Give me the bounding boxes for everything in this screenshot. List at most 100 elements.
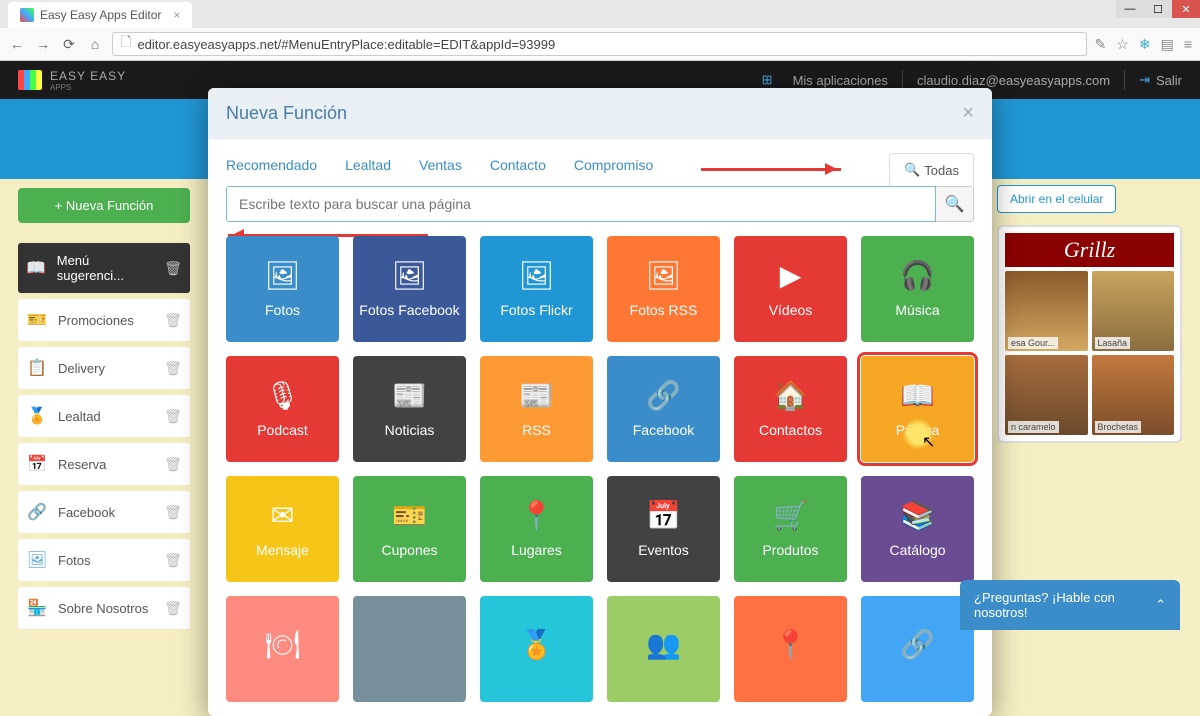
function-tile[interactable]: 🖼Fotos RSS — [607, 236, 720, 342]
function-tile[interactable]: 📚Catálogo — [861, 476, 974, 582]
preview-food-item[interactable]: Lasaña — [1092, 271, 1175, 351]
preview-food-item[interactable]: Brochetas — [1092, 355, 1175, 435]
sidebar-item-icon: 📖 — [26, 257, 47, 279]
tile-label: Cupones — [381, 542, 437, 559]
function-tile[interactable]: 🏅 — [480, 596, 593, 702]
function-tile[interactable]: 🖼Fotos Flickr — [480, 236, 593, 342]
maximize-button[interactable]: ☐ — [1144, 0, 1172, 18]
trash-icon[interactable]: 🗑 — [164, 312, 182, 329]
sidebar-item[interactable]: 📅 Reserva 🗑 — [18, 443, 190, 485]
search-input[interactable] — [226, 186, 936, 222]
sidebar-item[interactable]: 🎫Promociones🗑 — [18, 299, 190, 341]
tile-label: RSS — [522, 422, 551, 439]
tile-icon: 🖼 — [265, 260, 301, 292]
sidebar-item-icon: 🏪 — [26, 597, 48, 619]
apps-icon: ⊞ — [762, 72, 773, 88]
function-tile[interactable]: 🔗 — [861, 596, 974, 702]
star-icon[interactable]: ☆ — [1116, 36, 1129, 53]
function-tile[interactable]: 🖼Fotos Facebook — [353, 236, 466, 342]
function-tile[interactable]: 🍽 — [226, 596, 339, 702]
open-mobile-button[interactable]: Abrir en el celular — [997, 185, 1116, 213]
sidebar-item[interactable]: 🏅Lealtad🗑 — [18, 395, 190, 437]
tile-label: Eventos — [638, 542, 689, 559]
modal-tab[interactable]: Ventas — [419, 157, 462, 183]
chat-widget[interactable]: ¿Preguntas? ¡Hable con nosotros! ⌃ — [960, 580, 1180, 630]
user-email[interactable]: claudio.diaz@easyeasyapps.com — [903, 73, 1124, 88]
favicon — [20, 8, 34, 22]
modal-tab[interactable]: Contacto — [490, 157, 546, 183]
modal-tab[interactable]: Compromiso — [574, 157, 653, 183]
new-function-button[interactable]: + Nueva Función — [18, 188, 190, 223]
trash-icon[interactable]: 🗑 — [164, 360, 182, 377]
function-tile[interactable]: 🏠Contactos — [734, 356, 847, 462]
browser-tab[interactable]: Easy Easy Apps Editor × — [8, 2, 192, 28]
food-label: esa Gour... — [1008, 337, 1058, 349]
function-tile[interactable]: 🛒Produtos — [734, 476, 847, 582]
sidebar-item-icon: 🔗 — [26, 501, 48, 523]
modal-tab[interactable]: Recomendado — [226, 157, 317, 183]
function-tile[interactable]: 🎧Música — [861, 236, 974, 342]
ext-icon[interactable]: ❄ — [1139, 36, 1151, 53]
search-button[interactable]: 🔍 — [936, 186, 974, 222]
function-tile[interactable]: ▶Vídeos — [734, 236, 847, 342]
function-tile[interactable]: 📰Noticias — [353, 356, 466, 462]
function-tile[interactable]: 🖼Fotos — [226, 236, 339, 342]
menu-icon[interactable]: ≡ — [1184, 36, 1192, 53]
sidebar-item-label: Menú sugerenci... — [57, 253, 154, 283]
trash-icon[interactable]: 🗑 — [164, 260, 182, 277]
trash-icon[interactable]: 🗑 — [164, 552, 182, 569]
back-button[interactable]: ← — [8, 35, 26, 53]
tile-label: Catálogo — [889, 542, 945, 559]
sidebar-item[interactable]: 📋Delivery🗑 — [18, 347, 190, 389]
my-apps-link[interactable]: Mis aplicaciones — [779, 73, 902, 88]
all-tab[interactable]: 🔍 Todas — [889, 153, 974, 186]
sidebar-item-icon: 📅 — [26, 453, 48, 475]
tile-label: Vídeos — [769, 302, 813, 319]
sidebar-item-label: Promociones — [58, 313, 134, 328]
function-tile[interactable] — [353, 596, 466, 702]
tile-label: Mensaje — [256, 542, 309, 559]
sidebar-item-icon: 🏅 — [26, 405, 48, 427]
function-tile[interactable]: 📰RSS — [480, 356, 593, 462]
preview-app-title: Grillz — [1005, 233, 1174, 267]
home-button[interactable]: ⌂ — [86, 35, 104, 53]
function-tile[interactable]: 📍Lugares — [480, 476, 593, 582]
minimize-button[interactable]: — — [1116, 0, 1144, 18]
function-tile[interactable]: 📍 — [734, 596, 847, 702]
sidebar-item-label: Reserva — [58, 457, 106, 472]
logout-link[interactable]: Salir — [1156, 73, 1182, 88]
function-tile[interactable]: 🎫 Cupones — [353, 476, 466, 582]
url-input[interactable]: 🗋 editor.easyeasyapps.net/#MenuEntryPlac… — [112, 32, 1087, 56]
trash-icon[interactable]: 🗑 — [164, 600, 182, 617]
function-tile[interactable]: ✉Mensaje — [226, 476, 339, 582]
chevron-up-icon: ⌃ — [1155, 597, 1166, 613]
sidebar-item[interactable]: 📖 Menú sugerenci... 🗑 — [18, 243, 190, 293]
modal-close-button[interactable]: × — [962, 102, 974, 125]
function-tile[interactable]: 🎙Podcast — [226, 356, 339, 462]
tile-icon: 🎫 — [392, 500, 427, 532]
tab-close-icon[interactable]: × — [173, 8, 180, 22]
forward-button[interactable]: → — [34, 35, 52, 53]
trash-icon[interactable]: 🗑 — [164, 456, 182, 473]
sidebar-item[interactable]: 🏪Sobre Nosotros🗑 — [18, 587, 190, 629]
function-tile[interactable]: 📖Página↖ — [861, 356, 974, 462]
function-tile[interactable]: 🔗Facebook — [607, 356, 720, 462]
tile-icon: 🎧 — [900, 260, 935, 292]
modal-tab[interactable]: Lealtad — [345, 157, 391, 183]
preview-food-item[interactable]: n caramelo — [1005, 355, 1088, 435]
preview-food-item[interactable]: esa Gour... — [1005, 271, 1088, 351]
trash-icon[interactable]: 🗑 — [164, 408, 182, 425]
reload-button[interactable]: ⟳ — [60, 35, 78, 53]
window-close-button[interactable]: ✕ — [1172, 0, 1200, 18]
ext-icon[interactable]: ▤ — [1161, 36, 1174, 53]
logout-icon: ⇥ — [1139, 72, 1150, 88]
brand-logo[interactable]: EASY EASY APPS — [18, 69, 126, 92]
tile-label: Fotos Facebook — [359, 302, 459, 319]
modal-title: Nueva Función — [226, 103, 347, 124]
sidebar-item[interactable]: 🔗Facebook🗑 — [18, 491, 190, 533]
function-tile[interactable]: 👥 — [607, 596, 720, 702]
trash-icon[interactable]: 🗑 — [164, 504, 182, 521]
function-tile[interactable]: 📅Eventos — [607, 476, 720, 582]
ext-icon[interactable]: ✎ — [1095, 36, 1107, 53]
sidebar-item[interactable]: 🖼Fotos🗑 — [18, 539, 190, 581]
